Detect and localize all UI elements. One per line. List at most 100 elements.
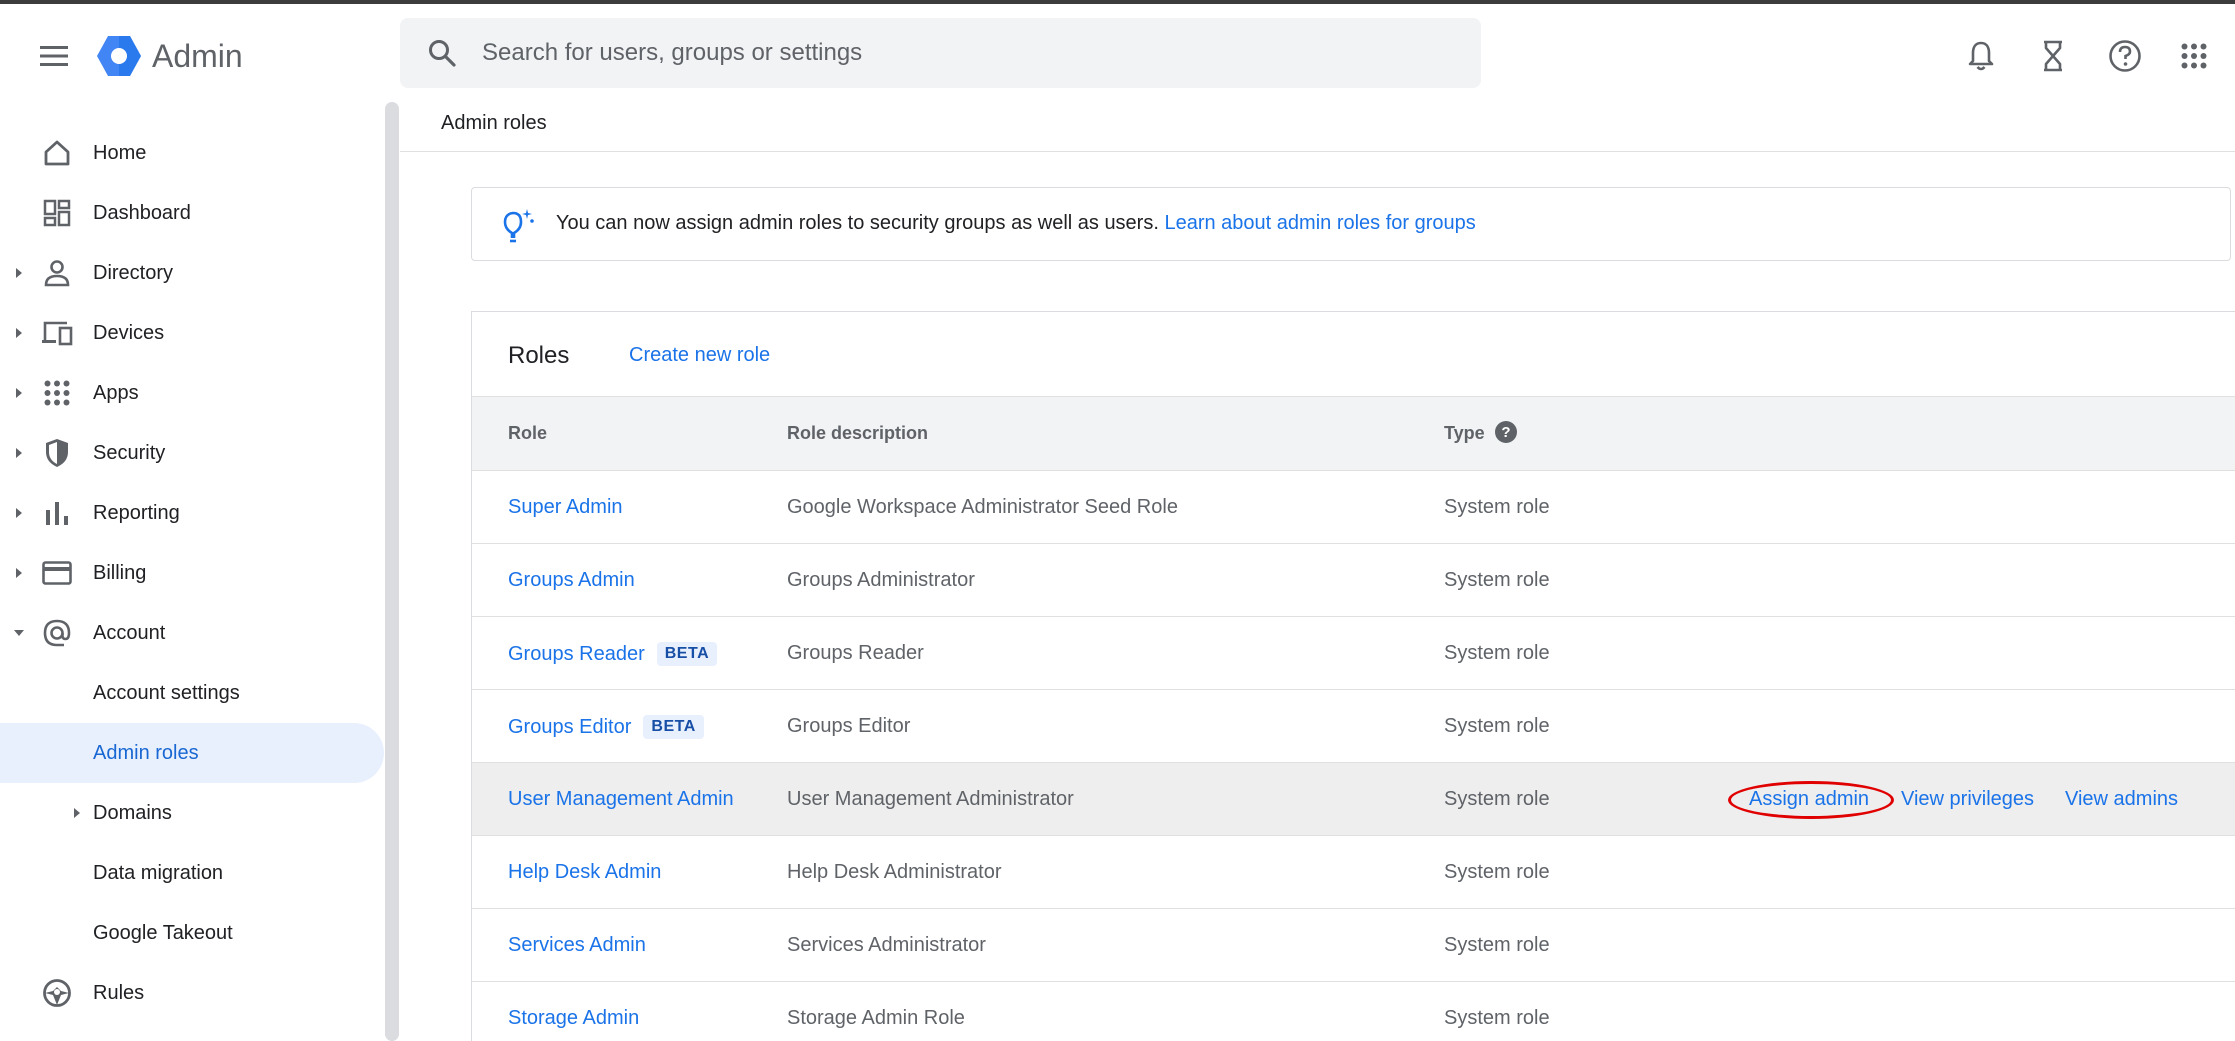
table-row[interactable]: Groups Reader BETA Groups Reader System r… xyxy=(472,617,2235,690)
role-name-link[interactable]: Storage Admin xyxy=(508,1007,639,1030)
table-row[interactable]: Groups Admin Groups Administrator System… xyxy=(472,544,2235,617)
sidebar-item-label: Data migration xyxy=(93,861,224,884)
sidebar-item-home[interactable]: Home xyxy=(0,123,384,183)
role-name-cell: Groups Editor BETA xyxy=(508,715,704,739)
sidebar-item-label: Security xyxy=(93,441,166,464)
roles-table-header: Role Role description Type ? xyxy=(472,396,2235,471)
person-icon xyxy=(40,256,74,290)
role-name-link[interactable]: Services Admin xyxy=(508,934,646,957)
admin-hexagon-logo-icon xyxy=(97,36,141,76)
expand-caret-icon[interactable] xyxy=(12,446,26,460)
sidebar-item-label: Reporting xyxy=(93,501,180,524)
hourglass-icon xyxy=(2044,40,2062,72)
role-name-link[interactable]: Groups Reader xyxy=(508,643,645,665)
expand-caret-icon[interactable] xyxy=(70,806,84,820)
bell-icon xyxy=(1968,41,1994,71)
expand-caret-icon[interactable] xyxy=(12,326,26,340)
credit-card-icon xyxy=(40,556,74,590)
role-description: Services Administrator xyxy=(787,934,986,956)
sidebar-item-label: Admin roles xyxy=(93,741,199,764)
at-sign-icon xyxy=(40,616,74,650)
shield-icon xyxy=(40,436,74,470)
sidebar-item-devices[interactable]: Devices xyxy=(0,303,384,363)
role-description: User Management Administrator xyxy=(787,788,1074,810)
sidebar-item-account[interactable]: Account xyxy=(0,603,384,663)
learn-admin-roles-link[interactable]: Learn about admin roles for groups xyxy=(1164,212,1475,234)
column-header-type: Type xyxy=(1444,423,1485,443)
hamburger-menu-icon xyxy=(40,46,68,66)
table-row[interactable]: Help Desk Admin Help Desk Administrator … xyxy=(472,836,2235,909)
sidebar-item-domains[interactable]: Domains xyxy=(0,783,384,843)
sidebar-item-account-settings[interactable]: Account settings xyxy=(0,663,384,723)
expand-caret-icon[interactable] xyxy=(12,266,26,280)
apps-launcher-button[interactable] xyxy=(2172,34,2216,78)
app-title: Admin xyxy=(152,37,243,74)
collapse-caret-icon[interactable] xyxy=(12,626,26,640)
beta-badge: BETA xyxy=(656,642,718,666)
breadcrumb-divider xyxy=(400,151,2235,152)
role-type: System role xyxy=(1444,788,1550,810)
sidebar-item-reporting[interactable]: Reporting xyxy=(0,483,384,543)
sidebar-item-label: Devices xyxy=(93,321,165,344)
expand-caret-icon[interactable] xyxy=(12,386,26,400)
sidebar-item-rules[interactable]: Rules xyxy=(0,963,384,1023)
search-bar[interactable] xyxy=(400,18,1481,88)
sidebar-item-label: Dashboard xyxy=(93,201,191,224)
view-privileges-link[interactable]: View privileges xyxy=(1901,788,2034,811)
main-menu-button[interactable] xyxy=(32,34,76,78)
help-button[interactable] xyxy=(2103,34,2147,78)
role-name-cell: Groups Reader BETA xyxy=(508,642,718,666)
expand-caret-icon[interactable] xyxy=(12,506,26,520)
sidebar-scrollbar[interactable] xyxy=(385,102,399,1041)
role-type: System role xyxy=(1444,715,1550,737)
apps-grid-icon xyxy=(2181,43,2207,69)
sidebar-item-label: Apps xyxy=(93,381,139,404)
beta-badge: BETA xyxy=(643,715,704,739)
sidebar-item-google-takeout[interactable]: Google Takeout xyxy=(0,903,384,963)
role-type: System role xyxy=(1444,496,1550,518)
assign-admin-link[interactable]: Assign admin xyxy=(1749,788,1869,811)
sidebar-item-security[interactable]: Security xyxy=(0,423,384,483)
create-new-role-link[interactable]: Create new role xyxy=(629,344,770,367)
table-row[interactable]: Services Admin Services Administrator Sy… xyxy=(472,909,2235,982)
expand-caret-icon[interactable] xyxy=(12,566,26,580)
top-app-bar: Admin xyxy=(0,4,2235,100)
type-help-icon[interactable]: ? xyxy=(1495,421,1517,443)
rules-icon xyxy=(40,976,74,1010)
sidebar-item-directory[interactable]: Directory xyxy=(0,243,384,303)
sidebar-item-label: Account xyxy=(93,621,166,644)
sidebar-item-data-migration[interactable]: Data migration xyxy=(0,843,384,903)
role-name-link[interactable]: User Management Admin xyxy=(508,788,734,811)
search-icon[interactable] xyxy=(424,35,460,71)
sidebar-item-apps[interactable]: Apps xyxy=(0,363,384,423)
sidebar-item-label: Google Takeout xyxy=(93,921,233,944)
home-icon xyxy=(40,136,74,170)
role-name-link[interactable]: Help Desk Admin xyxy=(508,861,661,884)
table-row[interactable]: Groups Editor BETA Groups Editor System r… xyxy=(472,690,2235,763)
search-input[interactable] xyxy=(482,39,1382,67)
role-name-link[interactable]: Groups Admin xyxy=(508,569,635,592)
notifications-button[interactable] xyxy=(1959,34,2003,78)
banner-message: You can now assign admin roles to securi… xyxy=(556,212,1476,235)
sidebar-item-dashboard[interactable]: Dashboard xyxy=(0,183,384,243)
sidebar-item-label: Home xyxy=(93,141,147,164)
info-banner: You can now assign admin roles to securi… xyxy=(471,187,2231,261)
table-row-hovered[interactable]: User Management Admin User Management Ad… xyxy=(472,763,2235,836)
table-row[interactable]: Storage Admin Storage Admin Role System … xyxy=(472,982,2235,1041)
sidebar-nav: Home Dashboard Directory Devices Apps Se… xyxy=(0,100,390,1041)
roles-title: Roles xyxy=(508,342,570,369)
table-row[interactable]: Super Admin Google Workspace Administrat… xyxy=(472,471,2235,544)
role-name-link[interactable]: Super Admin xyxy=(508,496,623,519)
role-name-link[interactable]: Groups Editor xyxy=(508,716,631,738)
view-admins-link[interactable]: View admins xyxy=(2065,788,2178,811)
breadcrumb: Admin roles xyxy=(441,112,547,134)
sidebar-item-admin-roles[interactable]: Admin roles xyxy=(0,723,384,783)
sidebar-item-label: Rules xyxy=(93,981,145,1004)
tasks-button[interactable] xyxy=(2031,34,2075,78)
admin-logo[interactable]: Admin xyxy=(96,34,243,78)
sidebar-item-billing[interactable]: Billing xyxy=(0,543,384,603)
column-header-role[interactable]: Role xyxy=(508,423,547,444)
column-header-description: Role description xyxy=(787,423,929,443)
sidebar-item-label: Directory xyxy=(93,261,174,284)
role-description: Groups Administrator xyxy=(787,569,975,591)
